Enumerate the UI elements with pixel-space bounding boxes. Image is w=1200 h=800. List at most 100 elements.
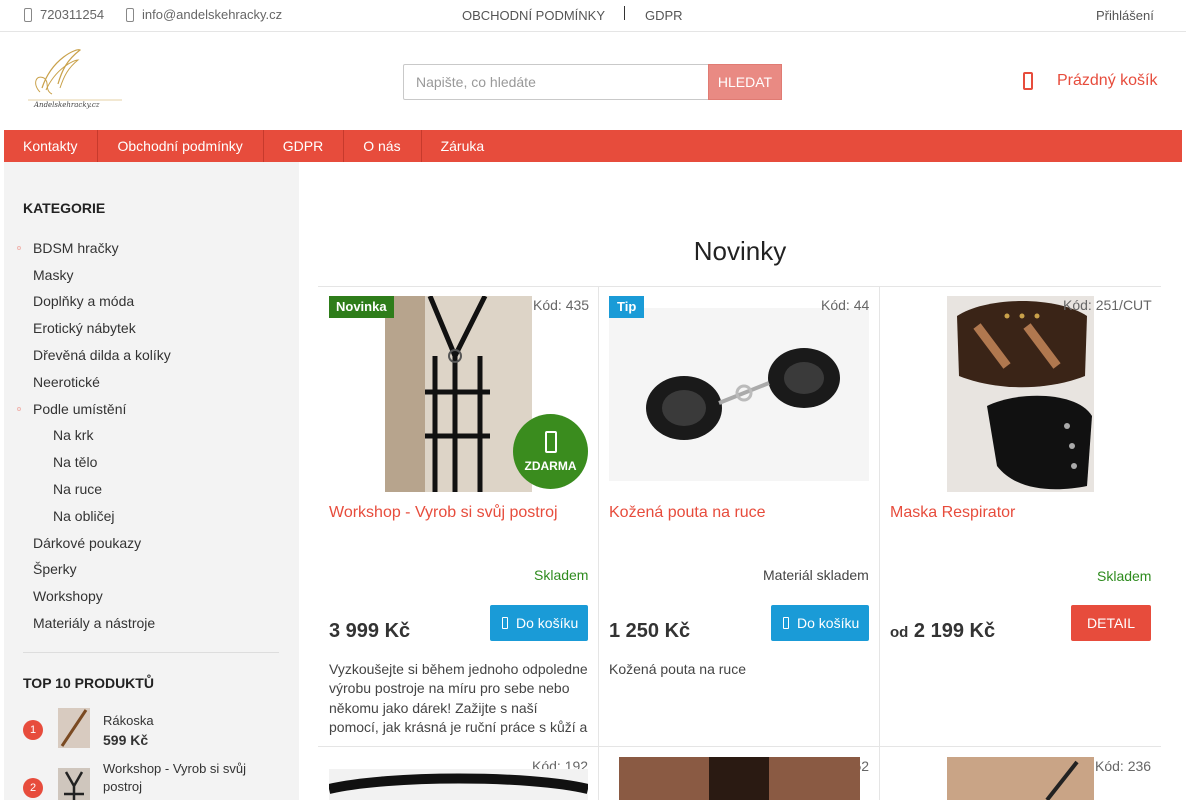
nav-item-about[interactable]: O nás	[344, 130, 422, 162]
cart-label: Prázdný košík	[1057, 72, 1158, 89]
add-to-cart-label: Do košíku	[516, 615, 579, 631]
sidebar-category[interactable]: Dřevěná dilda a kolíky	[33, 347, 171, 363]
top-link-gdpr[interactable]: GDPR	[645, 8, 683, 23]
top-product-item[interactable]: 2 Workshop - Vyrob si svůj postroj	[23, 758, 283, 800]
rank-badge: 1	[23, 720, 43, 740]
product-image[interactable]	[609, 308, 869, 481]
apron-photo-icon	[619, 757, 860, 800]
cart-link[interactable]: Prázdný košík	[1023, 72, 1157, 90]
top-product-item[interactable]: 1 Rákoska 599 Kč	[23, 708, 283, 752]
top-product-price: 599 Kč	[103, 732, 149, 748]
product-code: Kód: 44	[821, 297, 870, 313]
product-price-block: od 2 199 Kč	[890, 620, 995, 643]
category-label: BDSM hračky	[33, 240, 119, 256]
product-thumbnail[interactable]	[58, 768, 90, 800]
grid-divider	[598, 286, 599, 800]
product-thumbnail[interactable]	[58, 708, 90, 748]
phone-icon	[24, 7, 32, 22]
add-to-cart-label: Do košíku	[797, 615, 860, 631]
email-contact[interactable]: info@andelskehracky.cz	[126, 7, 282, 22]
price-prefix: od	[890, 624, 909, 641]
add-to-cart-button[interactable]: Do košíku	[771, 605, 870, 641]
badge-tip: Tip	[609, 296, 645, 318]
nav-item-contacts[interactable]: Kontakty	[4, 130, 99, 162]
product-image[interactable]	[327, 769, 590, 800]
sidebar-category[interactable]: Materiály a nástroje	[33, 615, 155, 631]
mask-photo-icon	[947, 296, 1094, 492]
top-bar: 720311254 info@andelskehracky.cz OBCHODN…	[0, 0, 1186, 32]
badge-new: Novinka	[329, 296, 394, 318]
stock-status: Materiál skladem	[763, 567, 869, 583]
sidebar-category[interactable]: Workshopy	[33, 588, 103, 604]
sidebar-subcategory[interactable]: Na tělo	[53, 454, 97, 470]
product-name-link[interactable]: Workshop - Vyrob si svůj postroj	[329, 504, 558, 522]
nav-item-gdpr[interactable]: GDPR	[264, 130, 345, 162]
top-products-title: TOP 10 PRODUKTŮ	[23, 675, 154, 691]
sidebar-category[interactable]: Masky	[33, 267, 73, 283]
grid-divider	[879, 286, 880, 800]
harness-image-icon	[58, 768, 90, 800]
product-price: 1 250 Kč	[609, 620, 691, 642]
sidebar-category[interactable]: Doplňky a móda	[33, 293, 134, 309]
whip-photo-icon	[327, 769, 590, 800]
search-input[interactable]	[403, 64, 709, 100]
cane-image-icon	[58, 708, 90, 748]
product-description: Vyzkoušejte si během jednoho odpoledne v…	[329, 661, 588, 735]
add-to-cart-button[interactable]: Do košíku	[490, 605, 589, 641]
sidebar-category[interactable]: Dárkové poukazy	[33, 535, 141, 551]
grid-divider	[318, 286, 1161, 287]
cuffs-photo-icon	[609, 308, 869, 481]
phone-contact[interactable]: 720311254	[24, 7, 104, 22]
phone-number: 720311254	[40, 7, 105, 22]
gift-icon	[545, 431, 557, 453]
nav-item-terms[interactable]: Obchodní podmínky	[98, 130, 264, 162]
stock-status: Skladem	[534, 567, 589, 583]
angel-wing-logo-icon: Andelskehracky.cz	[28, 49, 122, 109]
product-code: Kód: 236	[1095, 758, 1152, 774]
categories-title: KATEGORIE	[23, 200, 106, 216]
product-image[interactable]	[619, 757, 860, 800]
email-address: info@andelskehracky.cz	[142, 7, 283, 22]
expand-bullet-icon	[17, 246, 21, 250]
sidebar-category[interactable]: Šperky	[33, 561, 77, 577]
product-image[interactable]	[947, 757, 1094, 800]
accessory-photo-icon	[947, 757, 1094, 800]
site-logo[interactable]: Andelskehracky.cz	[22, 48, 126, 110]
category-label: Podle umístění	[33, 401, 127, 417]
search-button[interactable]: HLEDAT	[708, 64, 782, 100]
product-name-link[interactable]: Kožená pouta na ruce	[609, 504, 766, 522]
main-navigation: Kontakty Obchodní podmínky GDPR O nás Zá…	[4, 130, 1182, 162]
top-product-name[interactable]: Workshop - Vyrob si svůj postroj	[103, 760, 273, 796]
sidebar-category[interactable]: Podle umístění	[17, 401, 127, 417]
detail-button[interactable]: DETAIL	[1071, 605, 1151, 641]
sidebar-category[interactable]: BDSM hračky	[17, 240, 119, 256]
cart-icon	[502, 617, 508, 629]
section-heading: Novinky	[693, 236, 787, 266]
sidebar-divider	[23, 652, 279, 653]
sidebar-category[interactable]: Neerotické	[33, 374, 100, 390]
free-label: ZDARMA	[524, 459, 577, 473]
cart-icon	[783, 617, 789, 629]
harness-photo-icon	[385, 294, 532, 492]
top-link-terms[interactable]: OBCHODNÍ PODMÍNKY	[462, 8, 605, 23]
sidebar-category[interactable]: Erotický nábytek	[33, 320, 136, 336]
sidebar-subcategory[interactable]: Na ruce	[53, 481, 102, 497]
product-code: Kód: 435	[533, 297, 590, 313]
sidebar-subcategory[interactable]: Na obličej	[53, 508, 114, 524]
rank-badge: 2	[23, 778, 43, 798]
sidebar-subcategory[interactable]: Na krk	[53, 427, 93, 443]
product-description: Kožená pouta na ruce	[609, 661, 746, 677]
mail-icon	[126, 7, 134, 22]
top-product-name[interactable]: Rákoska	[103, 712, 273, 730]
product-name-link[interactable]: Maska Respirator	[890, 504, 1015, 522]
logo-text: Andelskehracky.cz	[33, 101, 100, 109]
expand-bullet-icon	[17, 407, 21, 411]
nav-item-warranty[interactable]: Záruka	[422, 130, 505, 162]
sidebar: KATEGORIE BDSM hračky Masky Doplňky a mó…	[4, 162, 299, 800]
free-gift-badge: ZDARMA	[513, 414, 588, 489]
product-image[interactable]	[385, 294, 532, 492]
login-link[interactable]: Přihlášení	[1096, 8, 1154, 23]
product-image[interactable]	[947, 296, 1094, 492]
product-code: Kód: 251/CUT	[1063, 297, 1152, 313]
top-link-divider	[624, 6, 625, 20]
